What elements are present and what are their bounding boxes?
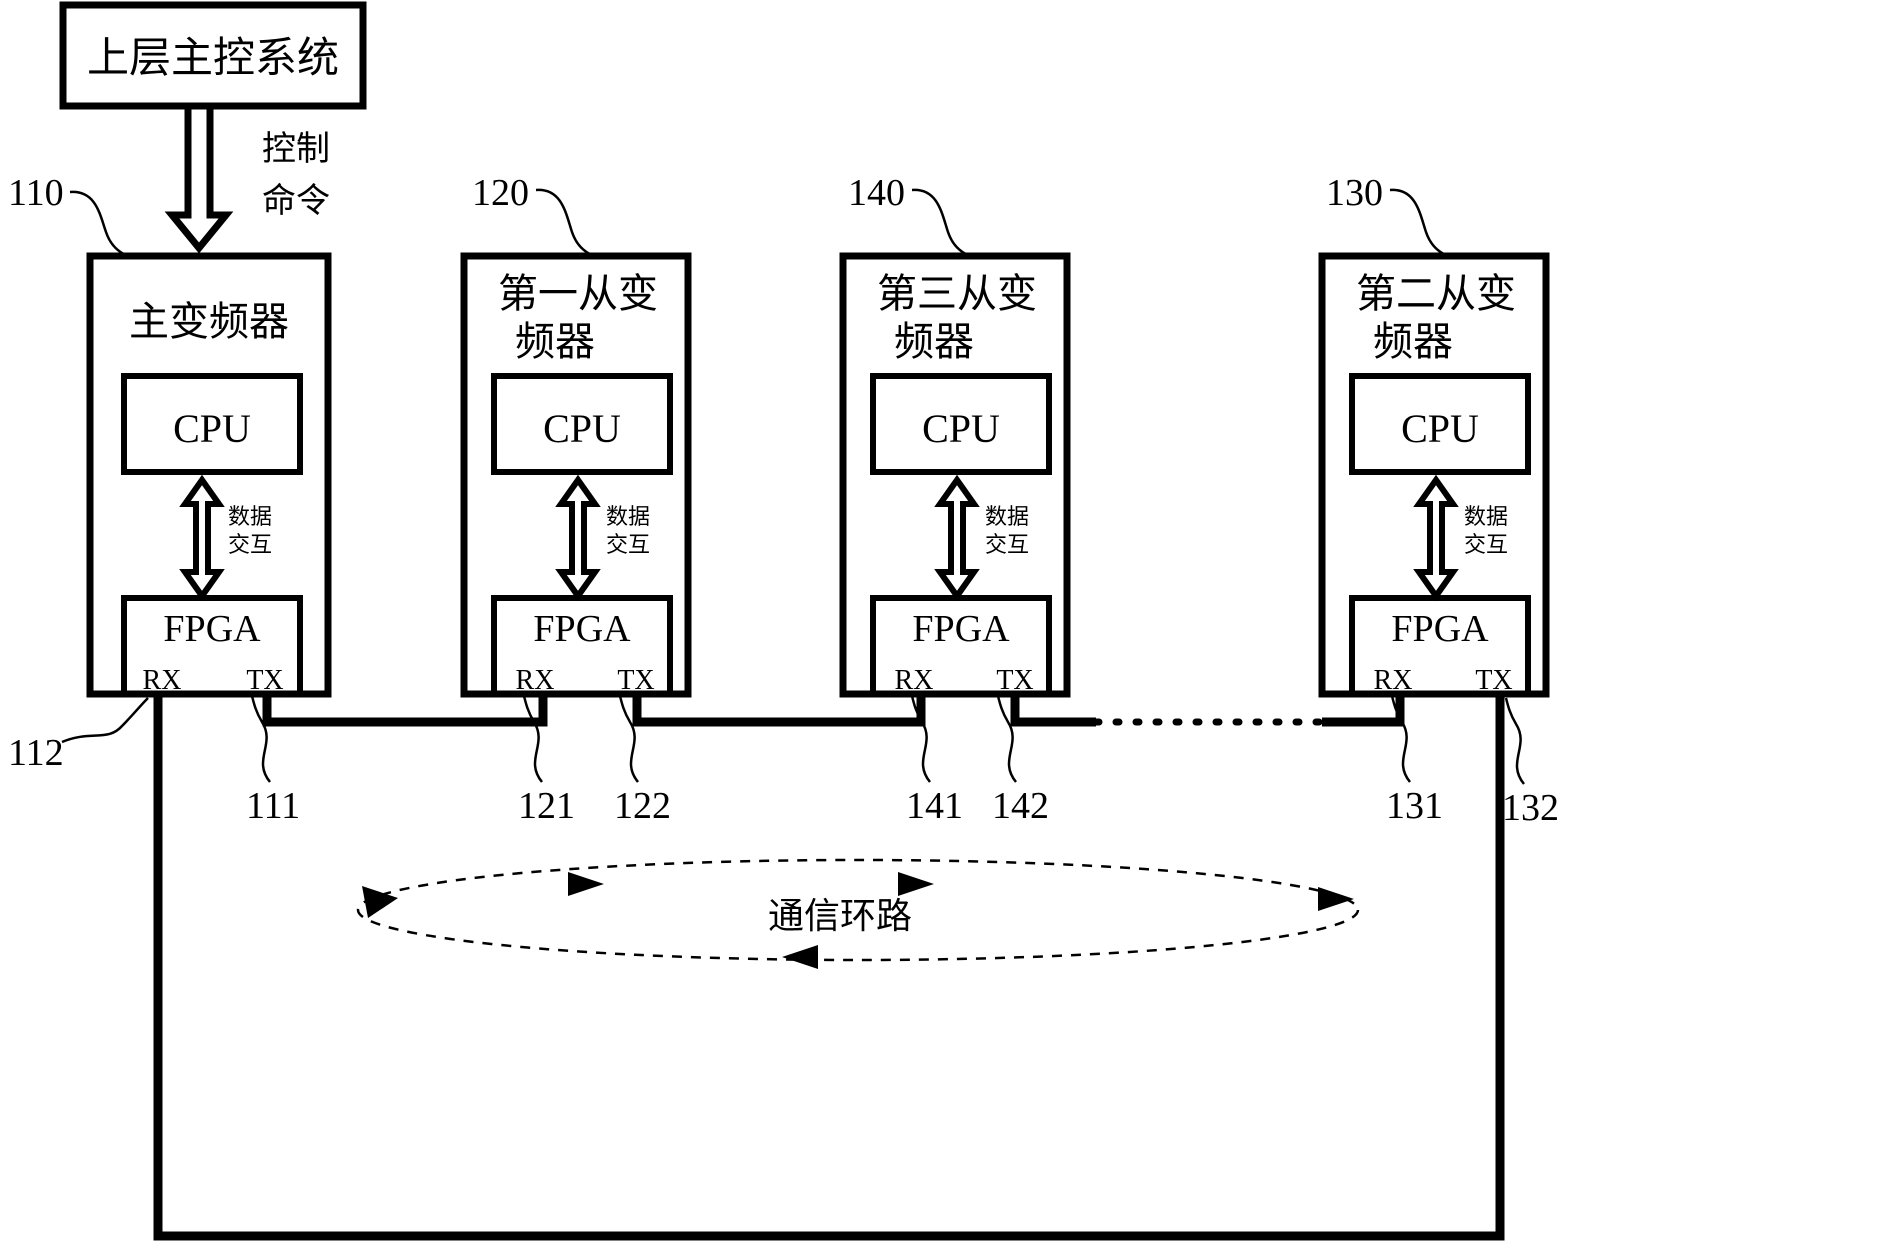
patent-diagram: 上层主控系统 控制 命令 110 主变频器 CPU 数据 交互 FPGA RX … (8, 1, 1559, 1241)
control-command-label-line2: 命令 (262, 182, 330, 220)
control-command-arrow (164, 102, 234, 254)
device-140-dataexch-line2: 交互 (985, 532, 1029, 557)
wire-tx140-to-dots (1010, 694, 1096, 727)
device-140-title-line2: 频器 (894, 319, 974, 364)
ref-130-leader (1389, 188, 1449, 258)
device-120-title-line1: 第一从变 (498, 271, 658, 316)
loop-arrowhead-top-left (568, 872, 604, 896)
device-110-data-arrow (179, 474, 225, 602)
wire-dots-to-rx130 (1322, 694, 1405, 727)
device-140: 140 第三从变 频器 CPU 数据 交互 FPGA RX TX 141 142 (839, 172, 1071, 827)
ref-120-leader (535, 188, 595, 258)
device-130-title-line2: 频器 (1373, 319, 1453, 364)
host-system-label: 上层主控系统 (87, 36, 339, 82)
wire-tx130-to-rx110-return (153, 694, 1505, 1241)
device-120-cpu-label: CPU (543, 406, 621, 451)
device-140-title-line1: 第三从变 (877, 271, 1037, 316)
device-110-tx-label: TX (246, 665, 283, 696)
device-130-title-line1: 第二从变 (1356, 271, 1516, 316)
device-120-rx-label: RX (516, 665, 555, 696)
device-110-cpu-label: CPU (173, 406, 251, 451)
ref-112-leader (61, 697, 149, 744)
ref-132-leader (1504, 697, 1525, 785)
device-130-cpu-label: CPU (1401, 406, 1479, 451)
control-command-label-line1: 控制 (262, 130, 330, 168)
device-140-dataexch-line1: 数据 (985, 504, 1029, 529)
device-140-fpga-label: FPGA (912, 608, 1010, 650)
ref-140: 140 (848, 172, 905, 214)
loop-arrowhead-bottom (782, 945, 818, 969)
device-130-dataexch-line1: 数据 (1464, 504, 1508, 529)
wire-tx120-to-rx140 (632, 694, 926, 727)
ref-142: 142 (992, 785, 1049, 827)
ref-110: 110 (8, 172, 64, 214)
communication-loop: 通信环路 (356, 858, 1360, 969)
ref-141: 141 (906, 785, 963, 827)
device-130-tx-label: TX (1475, 665, 1512, 696)
device-130-fpga-label: FPGA (1391, 608, 1489, 650)
loop-arrowhead-left (362, 886, 398, 918)
device-130-rx-label: RX (1374, 665, 1413, 696)
ref-130: 130 (1326, 172, 1383, 214)
device-110-dataexch-line1: 数据 (228, 504, 272, 529)
device-120: 120 第一从变 频器 CPU 数据 交互 FPGA RX TX 121 122 (460, 172, 692, 827)
device-120-dataexch-line2: 交互 (606, 532, 650, 557)
device-130-dataexch-line2: 交互 (1464, 532, 1508, 557)
device-140-tx-label: TX (996, 665, 1033, 696)
device-110-rx-label: RX (143, 665, 182, 696)
device-120-tx-label: TX (617, 665, 654, 696)
device-140-data-arrow (934, 474, 980, 602)
ref-132: 132 (1502, 787, 1559, 829)
device-110: 110 主变频器 CPU 数据 交互 FPGA RX TX 112 111 (8, 172, 332, 827)
ref-131: 131 (1386, 785, 1443, 827)
device-110-dataexch-line2: 交互 (228, 532, 272, 557)
ref-110-leader (69, 190, 129, 258)
device-140-rx-label: RX (895, 665, 934, 696)
device-110-fpga-label: FPGA (163, 608, 261, 650)
device-120-dataexch-line1: 数据 (606, 504, 650, 529)
ref-140-leader (911, 188, 971, 258)
device-120-data-arrow (555, 474, 601, 602)
ref-120: 120 (472, 172, 529, 214)
device-130-data-arrow (1413, 474, 1459, 602)
ref-121: 121 (518, 785, 575, 827)
wire-tx110-to-rx120 (262, 694, 548, 727)
ref-122: 122 (614, 785, 671, 827)
device-120-title-line2: 频器 (515, 319, 595, 364)
loop-arrowhead-right (1318, 887, 1354, 911)
device-140-cpu-label: CPU (922, 406, 1000, 451)
ref-111: 111 (246, 785, 300, 827)
communication-loop-label: 通信环路 (768, 896, 912, 936)
device-120-fpga-label: FPGA (533, 608, 631, 650)
ref-112: 112 (8, 732, 64, 774)
loop-arrowhead-top-right (898, 872, 934, 896)
device-110-title: 主变频器 (129, 299, 289, 344)
device-130: 130 第二从变 频器 CPU 数据 交互 FPGA RX TX 131 132 (1318, 172, 1559, 829)
figure-canvas: 上层主控系统 控制 命令 110 主变频器 CPU 数据 交互 FPGA RX … (0, 0, 1899, 1251)
